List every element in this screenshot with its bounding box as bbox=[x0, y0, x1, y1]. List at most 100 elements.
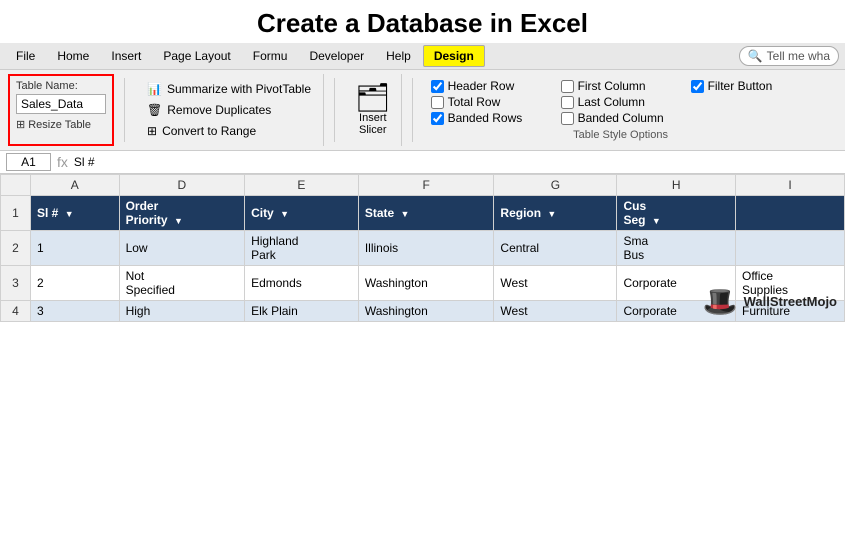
tab-home[interactable]: Home bbox=[47, 46, 99, 66]
tab-page-layout[interactable]: Page Layout bbox=[153, 46, 240, 66]
row-num-4: 4 bbox=[1, 301, 31, 322]
row-num-1: 1 bbox=[1, 196, 31, 231]
filter-button-label: Filter Button bbox=[708, 79, 773, 93]
cell-3-g: West bbox=[494, 266, 617, 301]
cell-reference-input[interactable] bbox=[6, 153, 51, 171]
convert-to-range-button[interactable]: ⊞ Convert to Range bbox=[143, 122, 315, 140]
th-order: OrderPriority ▼ bbox=[119, 196, 244, 231]
style-options-title: Table Style Options bbox=[431, 129, 811, 141]
table-header-row: 1 Sl # ▼ OrderPriority ▼ City ▼ State ▼ … bbox=[1, 196, 845, 231]
cell-4-d: High bbox=[119, 301, 244, 322]
filter-button-checkbox[interactable] bbox=[691, 80, 704, 93]
banded-rows-label: Banded Rows bbox=[448, 111, 523, 125]
tab-insert[interactable]: Insert bbox=[101, 46, 151, 66]
first-column-checkbox[interactable] bbox=[561, 80, 574, 93]
col-header-e: E bbox=[245, 175, 359, 196]
banded-column-option[interactable]: Banded Column bbox=[561, 111, 681, 125]
corner-cell bbox=[1, 175, 31, 196]
fx-symbol: fx bbox=[57, 154, 68, 170]
banded-column-label: Banded Column bbox=[578, 111, 664, 125]
first-column-option[interactable]: First Column bbox=[561, 79, 681, 93]
last-column-option[interactable]: Last Column bbox=[561, 95, 681, 109]
header-row-checkbox[interactable] bbox=[431, 80, 444, 93]
formula-bar: fx Sl # bbox=[0, 151, 845, 174]
tell-me-text: Tell me wha bbox=[767, 49, 830, 63]
tell-me-search[interactable]: 🔍 Tell me wha bbox=[739, 46, 839, 66]
tools-group: 📊 Summarize with PivotTable 🗑 Remove Dup… bbox=[135, 74, 324, 146]
summarize-pivottable-button[interactable]: 📊 Summarize with PivotTable bbox=[143, 80, 315, 98]
cell-2-e: HighlandPark bbox=[245, 231, 359, 266]
slicer-label: InsertSlicer bbox=[359, 112, 387, 136]
th-state: State ▼ bbox=[358, 196, 494, 231]
insert-slicer-button[interactable]: 🗂 InsertSlicer bbox=[345, 74, 402, 146]
convert-label: Convert to Range bbox=[162, 124, 256, 138]
cell-4-f: Washington bbox=[358, 301, 494, 322]
page-title: Create a Database in Excel bbox=[0, 0, 845, 43]
last-column-checkbox[interactable] bbox=[561, 96, 574, 109]
total-row-option[interactable]: Total Row bbox=[431, 95, 551, 109]
summarize-label: Summarize with PivotTable bbox=[167, 82, 311, 96]
tab-file[interactable]: File bbox=[6, 46, 45, 66]
cell-2-i bbox=[735, 231, 844, 266]
cell-2-d: Low bbox=[119, 231, 244, 266]
style-options-row-3: Banded Rows Banded Column bbox=[431, 111, 811, 125]
watermark-icon: 🎩 bbox=[703, 285, 738, 318]
formula-content: Sl # bbox=[74, 155, 839, 169]
resize-table-button[interactable]: ⊞ Resize Table bbox=[16, 118, 106, 131]
filter-button-option[interactable]: Filter Button bbox=[691, 79, 811, 93]
ribbon-body: Table Name: ⊞ Resize Table 📊 Summarize w… bbox=[0, 70, 845, 151]
cell-3-f: Washington bbox=[358, 266, 494, 301]
th-city: City ▼ bbox=[245, 196, 359, 231]
cell-4-e: Elk Plain bbox=[245, 301, 359, 322]
resize-icon: ⊞ bbox=[16, 118, 25, 131]
first-column-label: First Column bbox=[578, 79, 646, 93]
search-icon: 🔍 bbox=[748, 49, 763, 63]
header-row-option[interactable]: Header Row bbox=[431, 79, 551, 93]
ribbon-tabs: File Home Insert Page Layout Formu Devel… bbox=[0, 43, 845, 70]
separator-1 bbox=[124, 78, 125, 142]
style-options-group: Header Row First Column Filter Button To… bbox=[423, 74, 819, 146]
total-row-label: Total Row bbox=[448, 95, 501, 109]
header-row-label: Header Row bbox=[448, 79, 515, 93]
col-header-a: A bbox=[31, 175, 120, 196]
watermark-text: WallStreetMojo bbox=[744, 294, 837, 309]
resize-label: Resize Table bbox=[28, 119, 91, 131]
tab-design[interactable]: Design bbox=[423, 45, 485, 67]
th-extra bbox=[735, 196, 844, 231]
th-region: Region ▼ bbox=[494, 196, 617, 231]
pivot-icon: 📊 bbox=[147, 82, 162, 96]
col-header-d: D bbox=[119, 175, 244, 196]
convert-icon: ⊞ bbox=[147, 124, 157, 138]
remove-duplicates-button[interactable]: 🗑 Remove Duplicates bbox=[143, 101, 315, 119]
cell-4-g: West bbox=[494, 301, 617, 322]
cell-3-d: NotSpecified bbox=[119, 266, 244, 301]
cell-2-h: SmaBus bbox=[617, 231, 736, 266]
separator-2 bbox=[334, 78, 335, 142]
tab-formula[interactable]: Formu bbox=[243, 46, 298, 66]
table-name-group: Table Name: ⊞ Resize Table bbox=[8, 74, 114, 146]
cell-2-g: Central bbox=[494, 231, 617, 266]
banded-rows-checkbox[interactable] bbox=[431, 112, 444, 125]
cell-2-f: Illinois bbox=[358, 231, 494, 266]
remove-dup-label: Remove Duplicates bbox=[167, 103, 271, 117]
tab-help[interactable]: Help bbox=[376, 46, 421, 66]
col-header-h: H bbox=[617, 175, 736, 196]
banded-column-checkbox[interactable] bbox=[561, 112, 574, 125]
slicer-icon: 🗂 bbox=[355, 84, 391, 112]
total-row-checkbox[interactable] bbox=[431, 96, 444, 109]
tab-developer[interactable]: Developer bbox=[299, 46, 374, 66]
table-row: 2 1 Low HighlandPark Illinois Central Sm… bbox=[1, 231, 845, 266]
remove-dup-icon: 🗑 bbox=[147, 103, 162, 117]
style-options-row-2: Total Row Last Column bbox=[431, 95, 811, 109]
table-name-input[interactable] bbox=[16, 94, 106, 114]
style-options-row-1: Header Row First Column Filter Button bbox=[431, 79, 811, 93]
spreadsheet-area: A D E F G H I 1 Sl # ▼ OrderPriority ▼ C… bbox=[0, 174, 845, 322]
row-num-3: 3 bbox=[1, 266, 31, 301]
th-cus: CusSeg ▼ bbox=[617, 196, 736, 231]
row-num-2: 2 bbox=[1, 231, 31, 266]
last-column-label: Last Column bbox=[578, 95, 645, 109]
banded-rows-option[interactable]: Banded Rows bbox=[431, 111, 551, 125]
table-name-label: Table Name: bbox=[16, 80, 106, 92]
col-header-i: I bbox=[735, 175, 844, 196]
cell-3-e: Edmonds bbox=[245, 266, 359, 301]
